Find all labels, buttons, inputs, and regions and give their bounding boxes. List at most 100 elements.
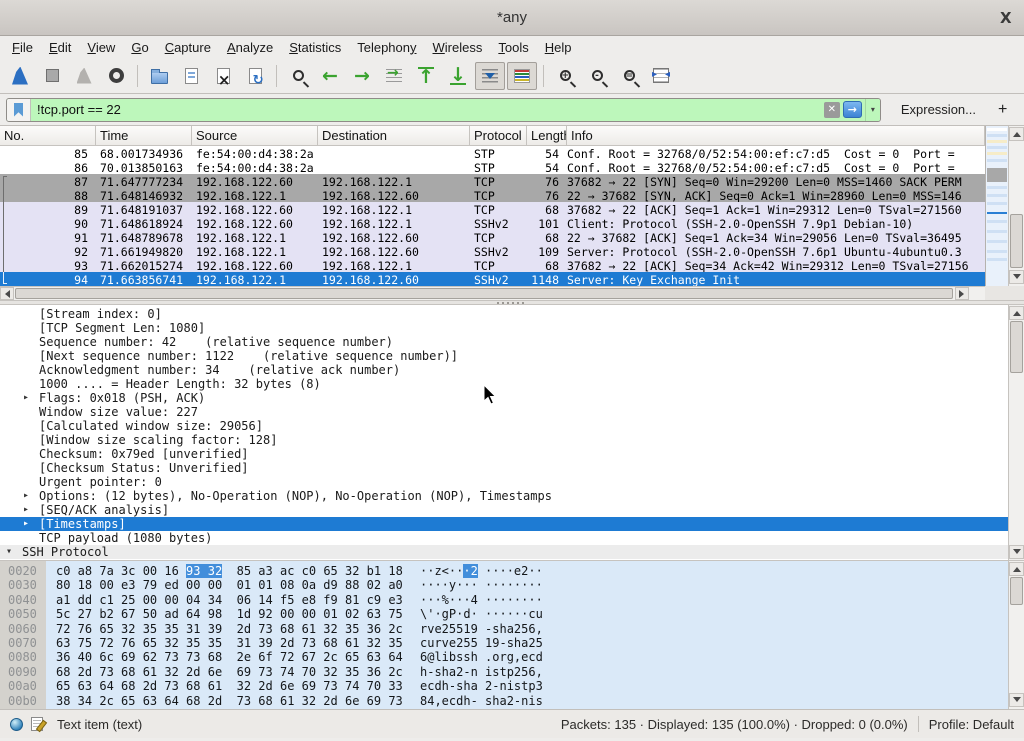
detail-line[interactable]: 1000 .... = Header Length: 32 bytes (8) [0,377,1008,391]
detail-line[interactable]: [Stream index: 0] [0,307,1008,321]
detail-line[interactable]: Acknowledgment number: 34 (relative ack … [0,363,1008,377]
hex-row-0040[interactable]: 0040a1 dd c1 25 00 00 04 34 06 14 f5 e8 … [0,593,1008,607]
hex-bytes[interactable]: a1 dd c1 25 00 00 04 34 06 14 f5 e8 f9 8… [56,593,403,607]
hex-ascii[interactable]: 6@libssh .org,ecd [420,650,543,664]
detail-line[interactable]: ▸[Timestamps] [0,517,1008,531]
hex-bytes[interactable]: 38 34 2c 65 63 64 68 2d 73 68 61 32 2d 6… [56,694,403,708]
detail-line[interactable]: Urgent pointer: 0 [0,475,1008,489]
stop-capture-button[interactable] [37,62,67,90]
menu-edit[interactable]: Edit [41,38,79,57]
hex-ascii[interactable]: \'·gP·d· ······cu [420,607,543,621]
close-file-button[interactable] [208,62,238,90]
go-back-button[interactable] [315,62,345,90]
menu-file[interactable]: File [4,38,41,57]
scroll-down-icon[interactable] [1009,270,1024,284]
detail-line[interactable]: Sequence number: 42 (relative sequence n… [0,335,1008,349]
hex-row-0050[interactable]: 00505c 27 b2 67 50 ad 64 98 1d 92 00 00 … [0,607,1008,621]
go-forward-button[interactable] [347,62,377,90]
menu-tools[interactable]: Tools [490,38,536,57]
scroll-right-icon[interactable] [955,287,969,300]
menu-analyze[interactable]: Analyze [219,38,281,57]
column-header-destination[interactable]: Destination [318,126,470,145]
expander-icon[interactable]: ▸ [23,503,39,517]
save-file-button[interactable] [176,62,206,90]
hex-ascii[interactable]: rve25519 -sha256, [420,622,543,636]
detail-line[interactable]: ▾SSH Protocol [0,545,1008,559]
packet-row-90[interactable]: 9071.648618924192.168.122.60192.168.122.… [0,216,985,230]
detail-line[interactable]: ▸Flags: 0x018 (PSH, ACK) [0,391,1008,405]
detail-line[interactable]: Window size value: 227 [0,405,1008,419]
go-top-button[interactable] [411,62,441,90]
hex-row-0060[interactable]: 006072 76 65 32 35 35 31 39 2d 73 68 61 … [0,622,1008,636]
filter-clear-button[interactable]: ✕ [824,102,840,118]
packet-row-91[interactable]: 9171.648789678192.168.122.1192.168.122.6… [0,230,985,244]
hex-ascii[interactable]: ···%···4 ········ [420,593,543,607]
scroll-up-icon[interactable] [1009,127,1024,141]
add-filter-button[interactable]: + [992,100,1012,120]
capture-options-button[interactable] [101,62,131,90]
close-window-button[interactable]: X [994,8,1014,28]
column-header-no[interactable]: No. [0,126,96,145]
zoom-out-button[interactable] [582,62,612,90]
column-header-source[interactable]: Source [192,126,318,145]
column-header-protocol[interactable]: Protocol [470,126,527,145]
hex-bytes[interactable]: 68 2d 73 68 61 32 2d 6e 69 73 74 70 32 3… [56,665,403,679]
zoom-100-button[interactable] [614,62,644,90]
hex-bytes[interactable]: 5c 27 b2 67 50 ad 64 98 1d 92 00 00 01 0… [56,607,403,621]
hex-row-0030[interactable]: 003080 18 00 e3 79 ed 00 00 01 01 08 0a … [0,578,1008,592]
detail-line[interactable]: [Checksum Status: Unverified] [0,461,1008,475]
detail-line[interactable]: ▸[SEQ/ACK analysis] [0,503,1008,517]
go-bottom-button[interactable] [443,62,473,90]
expander-icon[interactable]: ▸ [23,559,39,560]
column-header-time[interactable]: Time [96,126,192,145]
expander-icon[interactable]: ▾ [6,545,22,559]
filter-apply-button[interactable]: → [843,101,862,118]
colorize-button[interactable] [507,62,537,90]
hex-row-00b0[interactable]: 00b038 34 2c 65 63 64 68 2d 73 68 61 32 … [0,694,1008,708]
detail-line[interactable]: [Calculated window size: 29056] [0,419,1008,433]
packet-row-89[interactable]: 8971.648191037192.168.122.60192.168.122.… [0,202,985,216]
hex-bytes[interactable]: 65 63 64 68 2d 73 68 61 32 2d 6e 69 73 7… [56,679,403,693]
hscrollbar-thumb[interactable] [15,288,953,299]
intelligent-scrollbar-minimap[interactable] [985,126,1008,286]
scrollbar-thumb[interactable] [1010,321,1023,373]
filter-bookmark-button[interactable] [7,99,31,121]
packet-list-hscrollbar[interactable] [0,286,985,300]
resize-columns-button[interactable] [646,62,676,90]
go-to-packet-button[interactable] [379,62,409,90]
packet-row-88[interactable]: 8871.648146932192.168.122.1192.168.122.6… [0,188,985,202]
detail-line[interactable]: [Window size scaling factor: 128] [0,433,1008,447]
capture-comment-icon[interactable] [31,717,43,731]
menu-go[interactable]: Go [123,38,156,57]
filter-dropdown-button[interactable]: ▾ [865,99,880,121]
menu-view[interactable]: View [79,38,123,57]
column-header-info[interactable]: Info [567,126,985,145]
packet-row-85[interactable]: 8568.001734936fe:54:00:d4:38:2aSTP54Conf… [0,146,985,160]
column-header-length[interactable]: Length [527,126,567,145]
zoom-in-button[interactable] [550,62,580,90]
open-file-button[interactable] [144,62,174,90]
scroll-up-icon[interactable] [1009,562,1024,576]
hex-bytes[interactable]: c0 a8 7a 3c 00 16 93 32 85 a3 ac c0 65 3… [56,564,403,578]
hex-row-0090[interactable]: 009068 2d 73 68 61 32 2d 6e 69 73 74 70 … [0,665,1008,679]
hex-ascii[interactable]: ····y··· ········ [420,578,543,592]
display-filter-input[interactable] [31,102,824,117]
menu-telephony[interactable]: Telephony [349,38,424,57]
expander-icon[interactable]: ▸ [23,517,39,531]
detail-line[interactable]: [Next sequence number: 1122 (relative se… [0,349,1008,363]
expert-info-icon[interactable] [10,718,23,731]
auto-scroll-button[interactable] [475,62,505,90]
packet-row-93[interactable]: 9371.662015274192.168.122.60192.168.122.… [0,258,985,272]
start-capture-button[interactable] [5,62,35,90]
find-packet-button[interactable] [283,62,313,90]
scrollbar-thumb[interactable] [1010,577,1023,605]
detail-line[interactable]: Checksum: 0x79ed [unverified] [0,447,1008,461]
detail-line[interactable]: ▸Options: (12 bytes), No-Operation (NOP)… [0,489,1008,503]
scroll-down-icon[interactable] [1009,693,1024,707]
hex-row-00a0[interactable]: 00a065 63 64 68 2d 73 68 61 32 2d 6e 69 … [0,679,1008,693]
menu-wireless[interactable]: Wireless [425,38,491,57]
restart-capture-button[interactable] [69,62,99,90]
status-profile[interactable]: Profile: Default [929,717,1014,732]
details-vscrollbar[interactable] [1008,305,1024,560]
expander-icon[interactable]: ▸ [23,489,39,503]
